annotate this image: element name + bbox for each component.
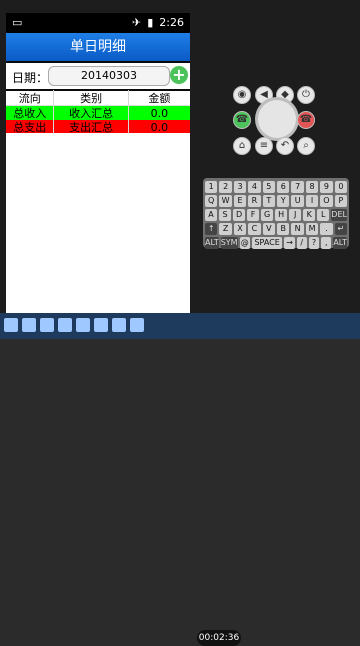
key[interactable]: L bbox=[317, 209, 330, 221]
detail-table: 流向 类别 金额 总收入 收入汇总 0.0 总支出 支出汇总 0.0 bbox=[6, 90, 190, 135]
key[interactable]: C bbox=[248, 223, 261, 235]
emulator-controls bbox=[198, 0, 360, 313]
key[interactable]: W bbox=[219, 195, 232, 207]
key[interactable]: G bbox=[261, 209, 274, 221]
key[interactable]: 6 bbox=[277, 181, 290, 193]
shift-key[interactable]: ↑ bbox=[205, 223, 218, 235]
table-row-income[interactable]: 总收入 收入汇总 0.0 bbox=[6, 105, 190, 121]
key[interactable]: Y bbox=[277, 195, 290, 207]
question-key[interactable]: ? bbox=[308, 237, 320, 249]
taskbar-app-icon[interactable] bbox=[94, 318, 108, 332]
plus-icon: + bbox=[172, 65, 186, 84]
key[interactable]: A bbox=[205, 209, 218, 221]
key[interactable]: H bbox=[275, 209, 288, 221]
taskbar: 00:02:36 bbox=[0, 313, 360, 646]
alt-key-right[interactable]: ALT bbox=[333, 237, 348, 249]
key[interactable]: B bbox=[277, 223, 290, 235]
key[interactable]: I bbox=[305, 195, 319, 207]
power-button[interactable]: ⏻ bbox=[297, 86, 315, 104]
keyboard-row-1: 1 2 3 4 5 6 7 8 9 0 bbox=[205, 181, 348, 193]
taskbar-app-icon[interactable] bbox=[112, 318, 126, 332]
slash-key[interactable]: / bbox=[296, 237, 307, 249]
dpad[interactable] bbox=[258, 100, 296, 138]
key[interactable]: P bbox=[334, 195, 348, 207]
key[interactable]: 3 bbox=[233, 181, 247, 193]
cell-amount: 0.0 bbox=[150, 106, 169, 120]
arrow-key[interactable]: → bbox=[284, 237, 295, 249]
at-key[interactable]: @ bbox=[239, 237, 250, 249]
delete-key[interactable]: DEL bbox=[331, 209, 347, 221]
taskbar-app-icon[interactable] bbox=[130, 318, 144, 332]
notification-icon: ▭ bbox=[12, 16, 23, 29]
start-icon[interactable] bbox=[4, 318, 18, 332]
key[interactable]: R bbox=[248, 195, 261, 207]
key[interactable]: 1 bbox=[205, 181, 218, 193]
date-label: 日期： bbox=[12, 71, 49, 85]
alt-key[interactable]: ALT bbox=[205, 237, 219, 249]
key[interactable]: D bbox=[233, 209, 246, 221]
status-bar: ▭ ✈ ▮ 2:26 bbox=[6, 13, 190, 33]
airplane-icon: ✈ bbox=[132, 16, 142, 29]
key[interactable]: Q bbox=[205, 195, 218, 207]
key[interactable]: 5 bbox=[262, 181, 276, 193]
enter-key[interactable]: ↵ bbox=[334, 223, 348, 235]
search-button[interactable]: ⌕ bbox=[297, 137, 315, 155]
key[interactable]: O bbox=[320, 195, 333, 207]
key[interactable]: 8 bbox=[305, 181, 319, 193]
taskbar-app-icon[interactable] bbox=[58, 318, 72, 332]
clock-text: 2:26 bbox=[159, 16, 184, 29]
key[interactable]: 7 bbox=[291, 181, 304, 193]
cell-amount: 0.0 bbox=[150, 120, 169, 134]
emulator-keyboard[interactable]: 1 2 3 4 5 6 7 8 9 0 Q W E R T Y U I O P … bbox=[203, 178, 349, 249]
col-amount: 金额 bbox=[148, 92, 171, 105]
key[interactable]: E bbox=[233, 195, 247, 207]
key[interactable]: S bbox=[219, 209, 232, 221]
key[interactable]: M bbox=[305, 223, 319, 235]
sym-key[interactable]: SYM bbox=[220, 237, 238, 249]
key[interactable]: 0 bbox=[334, 181, 348, 193]
taskbar-app-icon[interactable] bbox=[40, 318, 54, 332]
recording-timer: 00:02:36 bbox=[197, 630, 241, 646]
menu-button[interactable]: ≡ bbox=[255, 137, 273, 155]
home-button[interactable]: ⌂ bbox=[233, 137, 251, 155]
date-row: 日期： 20140303 + bbox=[6, 63, 190, 89]
battery-icon: ▮ bbox=[147, 16, 154, 29]
status-right: ✈ ▮ 2:26 bbox=[132, 16, 184, 29]
table-row-expense[interactable]: 总支出 支出汇总 0.0 bbox=[6, 119, 190, 135]
add-button[interactable]: + bbox=[170, 66, 188, 84]
back-button[interactable]: ↶ bbox=[276, 137, 294, 155]
app-title: 单日明细 bbox=[6, 33, 190, 61]
key[interactable]: F bbox=[247, 209, 260, 221]
end-call-button[interactable]: ☎ bbox=[297, 111, 315, 129]
key[interactable]: X bbox=[233, 223, 247, 235]
call-button[interactable]: ☎ bbox=[233, 111, 251, 129]
key[interactable]: J bbox=[289, 209, 302, 221]
taskbar-app-icon[interactable] bbox=[22, 318, 36, 332]
keyboard-row-4: ↑ Z X C V B N M . ↵ bbox=[205, 223, 348, 235]
key[interactable]: N bbox=[291, 223, 304, 235]
key[interactable]: 4 bbox=[248, 181, 261, 193]
taskbar-app-icon[interactable] bbox=[76, 318, 90, 332]
col-flow: 流向 bbox=[6, 90, 55, 106]
keyboard-row-2: Q W E R T Y U I O P bbox=[205, 195, 348, 207]
date-input[interactable]: 20140303 bbox=[48, 66, 170, 86]
camera-button[interactable]: ◉ bbox=[233, 86, 251, 104]
key[interactable]: 9 bbox=[320, 181, 333, 193]
key[interactable]: 2 bbox=[219, 181, 232, 193]
emulator-window: ▭ ✈ ▮ 2:26 单日明细 日期： 20140303 + 流向 类别 金额 … bbox=[0, 0, 360, 313]
phone-screen: ▭ ✈ ▮ 2:26 单日明细 日期： 20140303 + 流向 类别 金额 … bbox=[6, 13, 190, 313]
key[interactable]: U bbox=[291, 195, 304, 207]
key[interactable]: Z bbox=[219, 223, 232, 235]
key[interactable]: . bbox=[320, 223, 333, 235]
keyboard-row-3: A S D F G H J K L DEL bbox=[205, 209, 347, 221]
key[interactable]: V bbox=[262, 223, 276, 235]
space-key[interactable]: SPACE bbox=[251, 237, 283, 249]
keyboard-row-5: ALT SYM @ SPACE → / ? , ALT bbox=[205, 237, 348, 249]
comma-key[interactable]: , bbox=[321, 237, 332, 249]
key[interactable]: K bbox=[303, 209, 316, 221]
table-header: 流向 类别 金额 bbox=[6, 90, 190, 106]
key[interactable]: T bbox=[262, 195, 276, 207]
content-area bbox=[6, 133, 190, 313]
col-category: 类别 bbox=[54, 90, 129, 106]
